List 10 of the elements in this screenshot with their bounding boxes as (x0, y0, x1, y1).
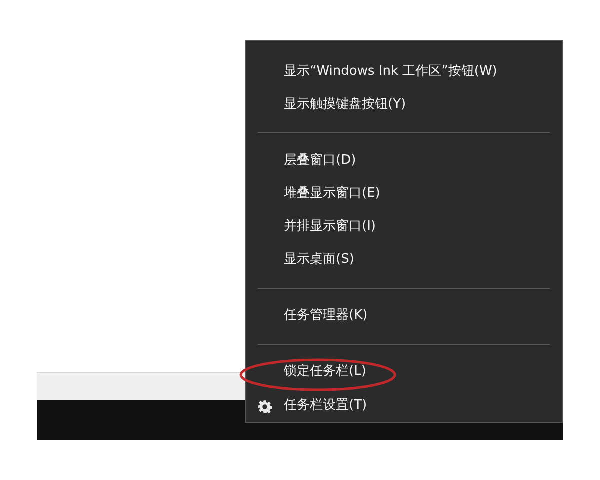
menu-item[interactable]: 显示“Windows Ink 工作区”按钮(W) (246, 55, 562, 88)
menu-item[interactable]: 显示触摸键盘按钮(Y) (246, 88, 562, 122)
menu-item[interactable]: 显示桌面(S) (246, 244, 562, 277)
menu-item[interactable]: 锁定任务栏(L) (246, 356, 562, 389)
menu-item[interactable]: 堆叠显示窗口(E) (246, 177, 562, 210)
menu-item[interactable]: 任务栏设置(T) (246, 388, 562, 422)
menu-item[interactable]: 任务管理器(K) (246, 300, 562, 333)
settings-icon (258, 400, 272, 414)
menu-item[interactable]: 层叠窗口(D) (246, 144, 562, 178)
menu-item[interactable]: 并排显示窗口(I) (246, 210, 562, 244)
